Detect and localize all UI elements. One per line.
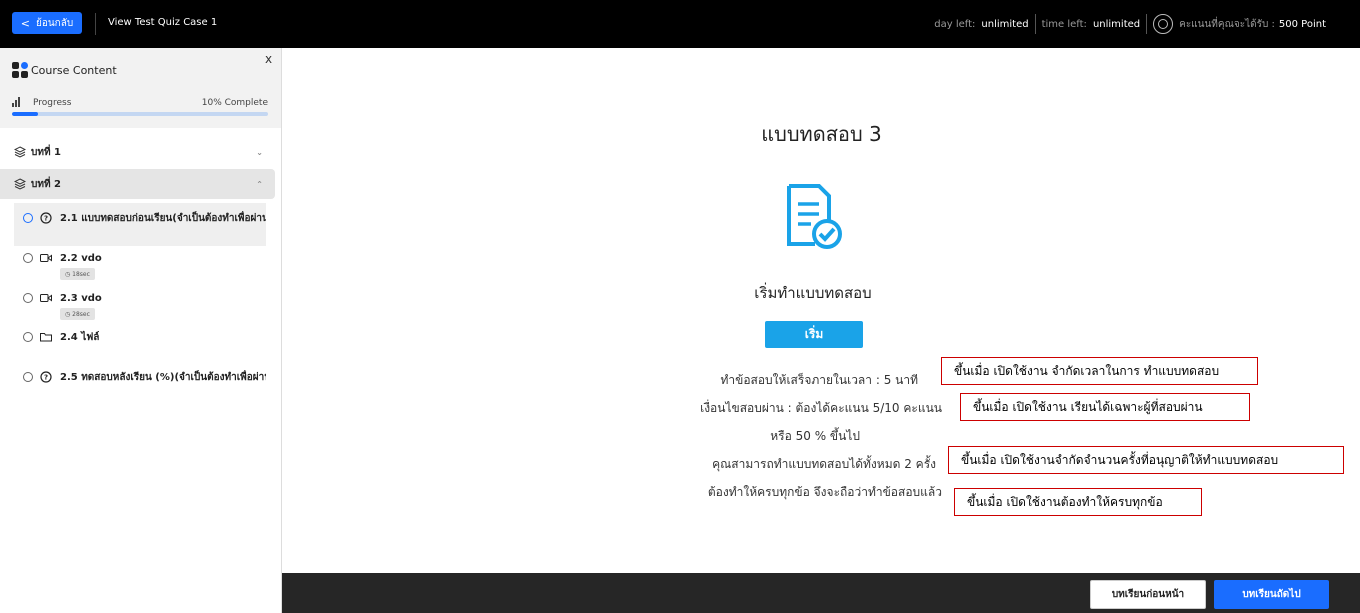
chevron-up-icon: ⌃	[256, 179, 263, 189]
folder-icon	[40, 331, 52, 343]
layers-icon	[14, 178, 26, 190]
chapter-label: บทที่ 2	[31, 178, 61, 190]
video-icon	[40, 252, 52, 264]
quiz-document-icon	[787, 184, 842, 249]
chapter-label: บทที่ 1	[31, 146, 61, 158]
lesson-item[interactable]: 2.4 ไฟล์	[14, 329, 266, 345]
status-radio	[23, 213, 33, 223]
course-sidebar: Course Content x Progress 10% Complete บ…	[0, 48, 282, 613]
footer-bar: บทเรียนก่อนหน้า บทเรียนถัดไป	[282, 573, 1360, 613]
divider	[1146, 14, 1148, 34]
progress-label: Progress	[33, 98, 72, 108]
annotation-note: ขึ้นเมื่อ เปิดใช้งาน จำกัดเวลาในการ ทำแบ…	[941, 357, 1258, 385]
sidebar-title: Course Content	[31, 64, 117, 77]
clock-icon: ◷	[65, 270, 73, 278]
chevron-down-icon: ⌄	[256, 147, 263, 157]
points-value: 500 Point	[1278, 18, 1326, 30]
lesson-item[interactable]: ? 2.1 แบบทดสอบก่อนเรียน(จำเป็นต้องทำเพื่…	[14, 203, 266, 246]
layers-icon	[14, 146, 26, 158]
chapter-item[interactable]: บทที่ 1 ⌄	[0, 137, 275, 167]
rule-attempts: คุณสามารถทำแบบทดสอบได้ทั้งหมด 2 ครั้ง	[712, 457, 936, 471]
chevron-left-icon: <	[20, 16, 30, 30]
quiz-icon: ?	[40, 212, 52, 224]
video-icon	[40, 292, 52, 304]
status-radio	[23, 332, 33, 342]
day-left-label: day left:	[934, 18, 976, 30]
lesson-label: 2.3 vdo	[60, 292, 102, 304]
status-radio	[23, 253, 33, 263]
quiz-panel: แบบทดสอบ 3 เริ่มทำแบบทดสอบ เริ่ม ทำข้อสอ…	[283, 48, 1360, 573]
points-icon	[1153, 14, 1174, 34]
previous-lesson-button[interactable]: บทเรียนก่อนหน้า	[1090, 580, 1206, 609]
progress-bar-fill	[12, 112, 38, 116]
rule-pass-percent: หรือ 50 % ขึ้นไป	[770, 429, 860, 443]
svg-text:?: ?	[44, 374, 48, 382]
start-heading: เริ่มทำแบบทดสอบ	[754, 284, 872, 302]
back-button-label: ย้อนกลับ	[35, 17, 74, 29]
duration-badge: ◷ 18sec	[60, 268, 95, 280]
quiz-title: แบบทดสอบ 3	[761, 122, 882, 146]
annotation-note: ขึ้นเมื่อ เปิดใช้งาน เรียนได้เฉพาะผู้ที่…	[960, 393, 1250, 421]
duration-badge: ◷ 28sec	[60, 308, 95, 320]
sidebar-header: Course Content x Progress 10% Complete	[0, 48, 281, 128]
close-icon[interactable]: x	[265, 52, 272, 66]
back-button[interactable]: < ย้อนกลับ	[12, 12, 82, 34]
lesson-item[interactable]: 2.3 vdo ◷ 28sec	[14, 290, 266, 320]
next-lesson-button[interactable]: บทเรียนถัดไป	[1214, 580, 1329, 609]
lesson-label: 2.4 ไฟล์	[60, 331, 100, 343]
duration-text: 28sec	[72, 310, 90, 318]
rule-pass-condition: เงื่อนไขสอบผ่าน : ต้องได้คะแนน 5/10 คะแน…	[700, 401, 942, 415]
top-bar: < ย้อนกลับ View Test Quiz Case 1 day lef…	[0, 0, 1360, 48]
status-radio	[23, 293, 33, 303]
annotation-note: ขึ้นเมื่อ เปิดใช้งานจำกัดจำนวนครั้งที่อน…	[948, 446, 1344, 474]
duration-text: 18sec	[72, 270, 90, 278]
day-left-value: unlimited	[981, 18, 1029, 30]
annotation-note: ขึ้นเมื่อ เปิดใช้งานต้องทำให้ครบทุกข้อ	[954, 488, 1202, 516]
divider	[95, 13, 96, 35]
rule-complete-all: ต้องทำให้ครบทุกข้อ จึงจะถือว่าทำข้อสอบแล…	[707, 485, 942, 499]
progress-icon	[12, 97, 24, 107]
rule-time-limit: ทำข้อสอบให้เสร็จภายในเวลา : 5 นาที	[720, 373, 918, 387]
time-left-value: unlimited	[1092, 18, 1141, 30]
start-quiz-button[interactable]: เริ่ม	[765, 321, 863, 348]
progress-bar	[12, 112, 268, 116]
svg-text:?: ?	[44, 215, 48, 223]
status-area: day left: unlimited time left: unlimited…	[934, 0, 1326, 48]
points-label: คะแนนที่คุณจะได้รับ :	[1179, 18, 1275, 30]
divider	[1034, 14, 1036, 34]
status-radio	[23, 372, 33, 382]
progress-percent: 10% Complete	[201, 98, 268, 108]
lesson-label: 2.2 vdo	[60, 252, 102, 264]
course-content-icon	[12, 62, 28, 78]
time-left-label: time left:	[1041, 18, 1087, 30]
page-title: View Test Quiz Case 1	[108, 17, 218, 28]
clock-icon: ◷	[65, 310, 73, 318]
lesson-label: 2.1 แบบทดสอบก่อนเรียน(จำเป็นต้องทำเพื่อผ…	[60, 212, 266, 224]
lesson-label: 2.5 ทดสอบหลังเรียน (%)(จำเป็นต้องทำเพื่อ…	[60, 371, 266, 383]
lesson-item[interactable]: ? 2.5 ทดสอบหลังเรียน (%)(จำเป็นต้องทำเพื…	[14, 369, 266, 385]
quiz-icon: ?	[40, 371, 52, 383]
lesson-item[interactable]: 2.2 vdo ◷ 18sec	[14, 250, 266, 280]
chapter-item[interactable]: บทที่ 2 ⌃	[0, 169, 275, 199]
